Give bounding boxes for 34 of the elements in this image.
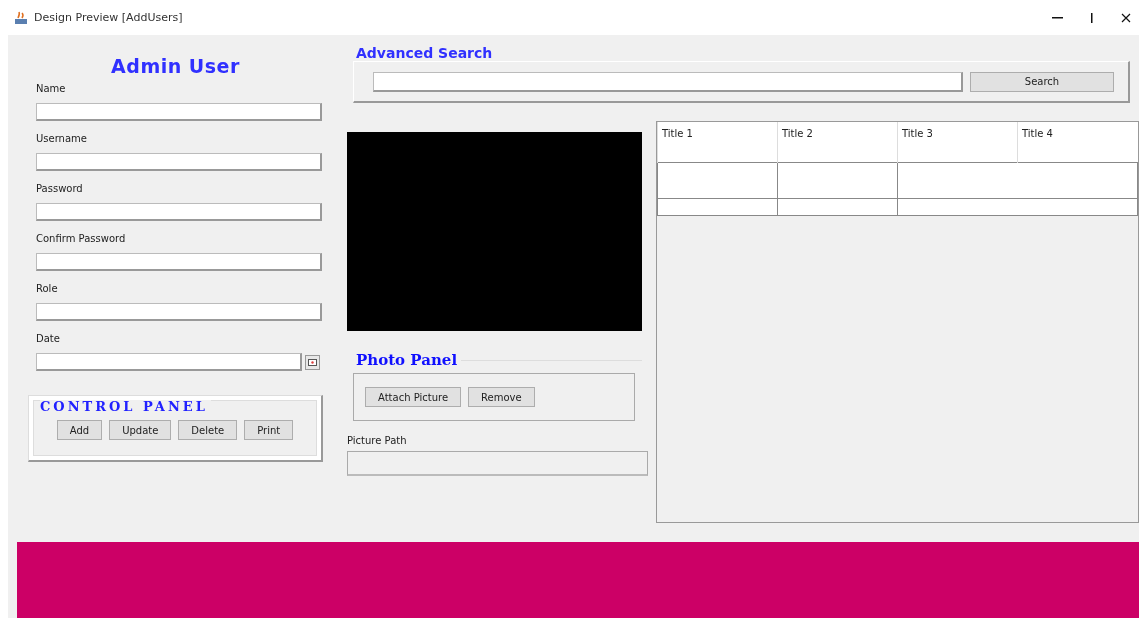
field-label: Name xyxy=(36,83,67,94)
action-button[interactable]: Update xyxy=(109,420,172,440)
field-label: Password xyxy=(36,183,84,194)
column-header[interactable]: Title 2 xyxy=(777,122,898,162)
field-label: Role xyxy=(36,283,59,294)
action-button[interactable]: Print xyxy=(244,420,294,440)
field-label: Picture Path xyxy=(347,435,408,446)
action-button[interactable]: Add xyxy=(56,420,103,440)
column-header[interactable]: Title 4 xyxy=(1017,122,1138,162)
field-label: Username xyxy=(36,133,88,144)
panel-title: Photo Panel xyxy=(356,351,458,369)
text-field[interactable] xyxy=(36,153,322,171)
text-field[interactable] xyxy=(36,253,322,271)
panel-title: CONTROL PANEL xyxy=(40,400,211,413)
text-field[interactable] xyxy=(36,303,322,321)
form-heading: Admin User xyxy=(111,55,240,77)
text-field[interactable] xyxy=(36,203,322,221)
calendar-button[interactable] xyxy=(305,354,320,370)
field-label: Date xyxy=(36,333,61,344)
calendar-icon xyxy=(308,358,317,366)
minimize-icon[interactable] xyxy=(1052,16,1063,19)
search-heading: Advanced Search xyxy=(356,45,494,61)
search-field[interactable] xyxy=(373,71,963,92)
photo-button[interactable]: Attach Picture xyxy=(365,387,462,407)
close-icon[interactable] xyxy=(1121,12,1131,23)
text-field[interactable] xyxy=(36,103,322,121)
action-button[interactable]: Delete xyxy=(178,420,238,440)
window-title: Design Preview [AddUsers] xyxy=(34,11,183,24)
date-field[interactable] xyxy=(36,353,302,371)
search-button[interactable]: Search xyxy=(970,71,1114,92)
column-header[interactable]: Title 3 xyxy=(897,122,1018,162)
photo-button[interactable]: Remove xyxy=(468,387,535,407)
field-label: Confirm Password xyxy=(36,233,127,244)
column-header[interactable]: Title 1 xyxy=(657,122,778,162)
